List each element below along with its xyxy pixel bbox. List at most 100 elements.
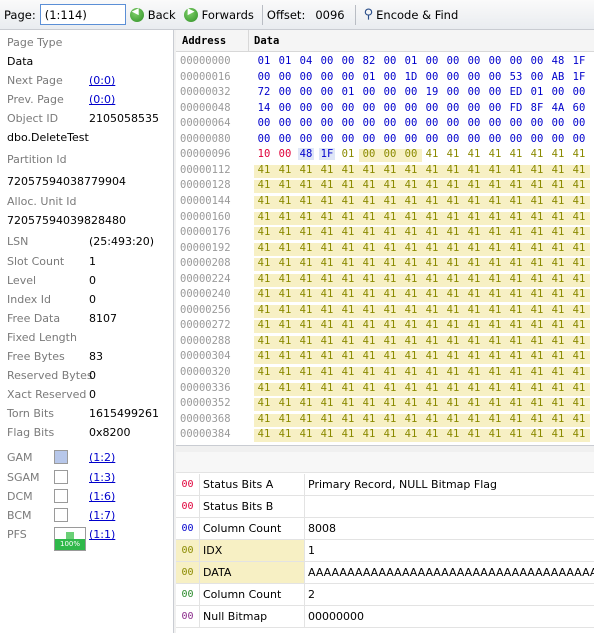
hex-byte[interactable]: 41 xyxy=(256,382,272,394)
hex-byte[interactable]: 41 xyxy=(277,335,293,347)
hex-byte[interactable]: 00 xyxy=(424,55,440,67)
record-field-row[interactable]: 00 DATA AAAAAAAAAAAAAAAAAAAAAAAAAAAAAAAAAA… xyxy=(176,562,594,584)
hex-byte[interactable]: 00 xyxy=(340,55,356,67)
hex-byte[interactable]: 00 xyxy=(466,102,482,114)
hex-byte[interactable]: 00 xyxy=(277,71,293,83)
hex-byte[interactable]: 41 xyxy=(382,444,398,445)
hex-byte[interactable]: 1D xyxy=(403,71,419,83)
hex-byte[interactable]: 41 xyxy=(340,366,356,378)
hex-byte[interactable]: 41 xyxy=(508,211,524,223)
hex-byte[interactable]: 00 xyxy=(298,117,314,129)
hex-byte[interactable]: 41 xyxy=(466,195,482,207)
hex-byte[interactable]: 41 xyxy=(424,179,440,191)
hex-byte[interactable]: 4A xyxy=(550,102,566,114)
hex-byte[interactable]: 41 xyxy=(445,195,461,207)
hex-byte[interactable]: 41 xyxy=(466,304,482,316)
hex-byte[interactable]: 48 xyxy=(550,55,566,67)
hex-byte[interactable]: 00 xyxy=(445,86,461,98)
hex-byte[interactable]: 41 xyxy=(424,304,440,316)
hex-byte[interactable]: 41 xyxy=(361,304,377,316)
hex-byte[interactable]: 00 xyxy=(340,102,356,114)
hex-byte[interactable]: 41 xyxy=(319,179,335,191)
hex-byte[interactable]: 00 xyxy=(529,133,545,145)
hex-byte[interactable]: 41 xyxy=(382,428,398,440)
hex-byte[interactable]: 41 xyxy=(298,413,314,425)
hex-byte[interactable]: 41 xyxy=(529,350,545,362)
hex-byte[interactable]: 41 xyxy=(508,179,524,191)
hex-byte[interactable]: 41 xyxy=(298,350,314,362)
hex-byte[interactable]: 41 xyxy=(340,273,356,285)
hex-byte[interactable]: 41 xyxy=(256,273,272,285)
hex-byte[interactable]: 00 xyxy=(445,102,461,114)
hex-byte[interactable]: 00 xyxy=(466,133,482,145)
hex-byte[interactable]: 41 xyxy=(571,382,587,394)
hex-byte[interactable]: 41 xyxy=(298,397,314,409)
hex-byte[interactable]: 41 xyxy=(487,273,503,285)
hex-byte[interactable]: 00 xyxy=(487,71,503,83)
hex-byte[interactable]: 41 xyxy=(487,397,503,409)
hex-byte[interactable]: 00 xyxy=(571,117,587,129)
hex-byte[interactable]: 41 xyxy=(361,319,377,331)
hex-byte[interactable]: 41 xyxy=(487,164,503,176)
hex-byte[interactable]: 41 xyxy=(277,428,293,440)
hex-byte[interactable]: 1F xyxy=(319,148,335,161)
next-page-link[interactable]: (0:0) xyxy=(89,74,115,87)
hex-byte[interactable]: 41 xyxy=(487,211,503,223)
hex-byte[interactable]: 41 xyxy=(487,179,503,191)
hex-byte[interactable]: 01 xyxy=(256,55,272,67)
hex-byte[interactable]: 41 xyxy=(298,366,314,378)
hex-byte[interactable]: 01 xyxy=(403,55,419,67)
hex-byte[interactable]: 00 xyxy=(277,117,293,129)
hex-byte[interactable]: 41 xyxy=(424,444,440,445)
hex-byte[interactable]: 41 xyxy=(298,242,314,254)
hex-byte[interactable]: 04 xyxy=(298,55,314,67)
hex-byte[interactable]: 41 xyxy=(403,242,419,254)
hex-byte[interactable]: 41 xyxy=(382,413,398,425)
hex-byte[interactable]: 41 xyxy=(571,335,587,347)
hex-byte[interactable]: 41 xyxy=(466,242,482,254)
hex-byte[interactable]: 00 xyxy=(487,133,503,145)
hex-byte[interactable]: 41 xyxy=(298,179,314,191)
hex-byte[interactable]: 41 xyxy=(529,242,545,254)
hex-byte[interactable]: 00 xyxy=(361,117,377,129)
hex-byte[interactable]: 41 xyxy=(382,257,398,269)
hex-byte[interactable]: 41 xyxy=(277,366,293,378)
hex-byte[interactable]: 00 xyxy=(256,133,272,145)
hex-byte[interactable]: 41 xyxy=(382,319,398,331)
hex-byte[interactable]: 41 xyxy=(466,366,482,378)
hex-byte[interactable]: 41 xyxy=(445,148,461,160)
hex-byte[interactable]: 41 xyxy=(340,413,356,425)
hex-byte[interactable]: 41 xyxy=(445,428,461,440)
hex-byte[interactable]: 00 xyxy=(298,133,314,145)
hex-byte[interactable]: 41 xyxy=(340,288,356,300)
hex-byte[interactable]: 41 xyxy=(298,257,314,269)
hex-byte[interactable]: 41 xyxy=(361,195,377,207)
hex-byte[interactable]: 41 xyxy=(466,319,482,331)
hex-byte[interactable]: 41 xyxy=(340,195,356,207)
record-field-row[interactable]: 00 Status Bits B xyxy=(176,496,594,518)
hex-byte[interactable]: 41 xyxy=(340,350,356,362)
hex-byte[interactable]: 00 xyxy=(445,133,461,145)
hex-byte[interactable]: 41 xyxy=(256,288,272,300)
hex-byte[interactable]: 41 xyxy=(529,319,545,331)
hex-byte[interactable]: 00 xyxy=(550,117,566,129)
hex-byte[interactable]: 41 xyxy=(361,288,377,300)
hex-byte[interactable]: 41 xyxy=(319,335,335,347)
hex-byte[interactable]: 41 xyxy=(445,319,461,331)
bcm-page-link[interactable]: (1:7) xyxy=(89,509,115,522)
hex-byte[interactable]: 41 xyxy=(382,273,398,285)
hex-byte[interactable]: 41 xyxy=(445,413,461,425)
hex-byte[interactable]: 41 xyxy=(319,366,335,378)
hex-byte[interactable]: 41 xyxy=(571,413,587,425)
hex-byte[interactable]: 00 xyxy=(382,148,398,160)
hex-byte[interactable]: 72 xyxy=(256,86,272,98)
hex-byte[interactable]: 41 xyxy=(277,304,293,316)
hex-byte[interactable]: 00 xyxy=(466,55,482,67)
hex-byte[interactable]: 41 xyxy=(424,211,440,223)
hex-byte[interactable]: 41 xyxy=(361,413,377,425)
hex-byte[interactable]: 41 xyxy=(445,179,461,191)
hex-byte[interactable]: 41 xyxy=(340,179,356,191)
hex-byte[interactable]: 41 xyxy=(550,319,566,331)
hex-byte[interactable]: 41 xyxy=(529,335,545,347)
hex-byte[interactable]: 41 xyxy=(340,335,356,347)
